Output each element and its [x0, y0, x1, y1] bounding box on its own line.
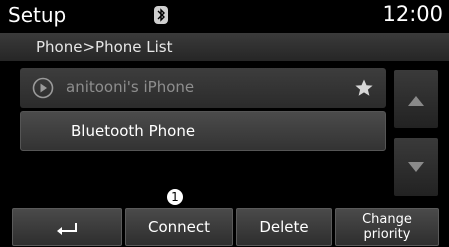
connect-button[interactable]: Connect: [125, 208, 233, 246]
callout-number: 1: [167, 189, 183, 205]
breadcrumb: Phone>Phone List: [0, 33, 449, 61]
play-icon: [32, 77, 54, 99]
scroll-up-button[interactable]: [394, 70, 438, 128]
return-arrow-icon: [56, 220, 78, 235]
bottom-toolbar: Connect Delete Change priority: [0, 206, 449, 247]
status-bar: Setup 12:00: [0, 0, 449, 32]
triangle-up-icon: [408, 96, 424, 106]
delete-label: Delete: [259, 218, 309, 236]
list-item-bluetooth-phone[interactable]: Bluetooth Phone: [20, 111, 386, 151]
connect-label: Connect: [147, 218, 211, 236]
change-priority-label-line2: priority: [363, 227, 411, 242]
scroll-down-button[interactable]: [394, 138, 438, 196]
list-item-label: anitooni's iPhone: [66, 78, 195, 96]
scroll-controls: [394, 66, 438, 200]
list-item-label: Bluetooth Phone: [71, 122, 196, 140]
triangle-down-icon: [408, 162, 424, 172]
clock: 12:00: [382, 2, 443, 26]
bluetooth-icon: [154, 6, 168, 24]
list-item-paired-phone[interactable]: anitooni's iPhone: [20, 68, 386, 108]
change-priority-button[interactable]: Change priority: [335, 208, 439, 246]
change-priority-label-line1: Change: [362, 212, 412, 227]
screen-title: Setup: [8, 3, 67, 27]
star-icon: [354, 78, 374, 98]
delete-button[interactable]: Delete: [236, 208, 332, 246]
breadcrumb-text: Phone>Phone List: [36, 38, 173, 56]
back-button[interactable]: [12, 208, 122, 246]
phone-list: anitooni's iPhone Bluetooth Phone: [20, 66, 386, 198]
